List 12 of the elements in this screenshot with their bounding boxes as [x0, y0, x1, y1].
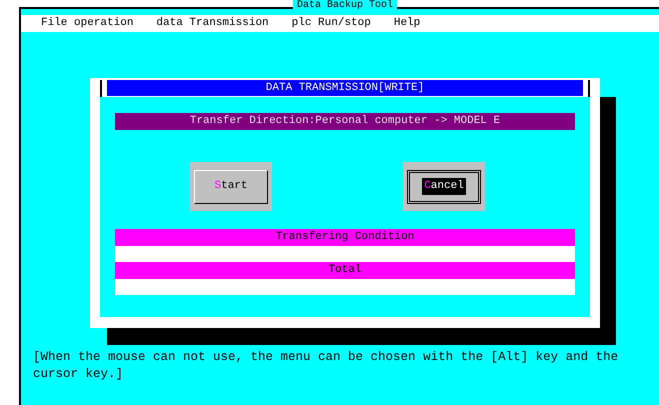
- menu-item[interactable]: File operation: [41, 18, 134, 29]
- dialog-title-bar: DATA TRANSMISSION[WRITE]: [107, 80, 583, 96]
- window-title: Data Backup Tool: [292, 0, 397, 12]
- dialog-button[interactable]: Start: [194, 170, 268, 204]
- menu-item[interactable]: data Transmission: [156, 18, 269, 29]
- menu-item[interactable]: plc Run/stop: [292, 18, 371, 29]
- direction-label: Transfer Direction:Personal computer -> MODEL E: [115, 113, 575, 130]
- progress-label: Transfering Condition: [115, 229, 575, 246]
- progress-label: Total: [115, 262, 575, 279]
- menu-item[interactable]: Help: [394, 18, 420, 29]
- hint-text: [When the mouse can not use, the menu can be chosen with the [Alt] key and the cursor key.]: [33, 349, 620, 383]
- dialog-button[interactable]: Cancel: [407, 170, 481, 204]
